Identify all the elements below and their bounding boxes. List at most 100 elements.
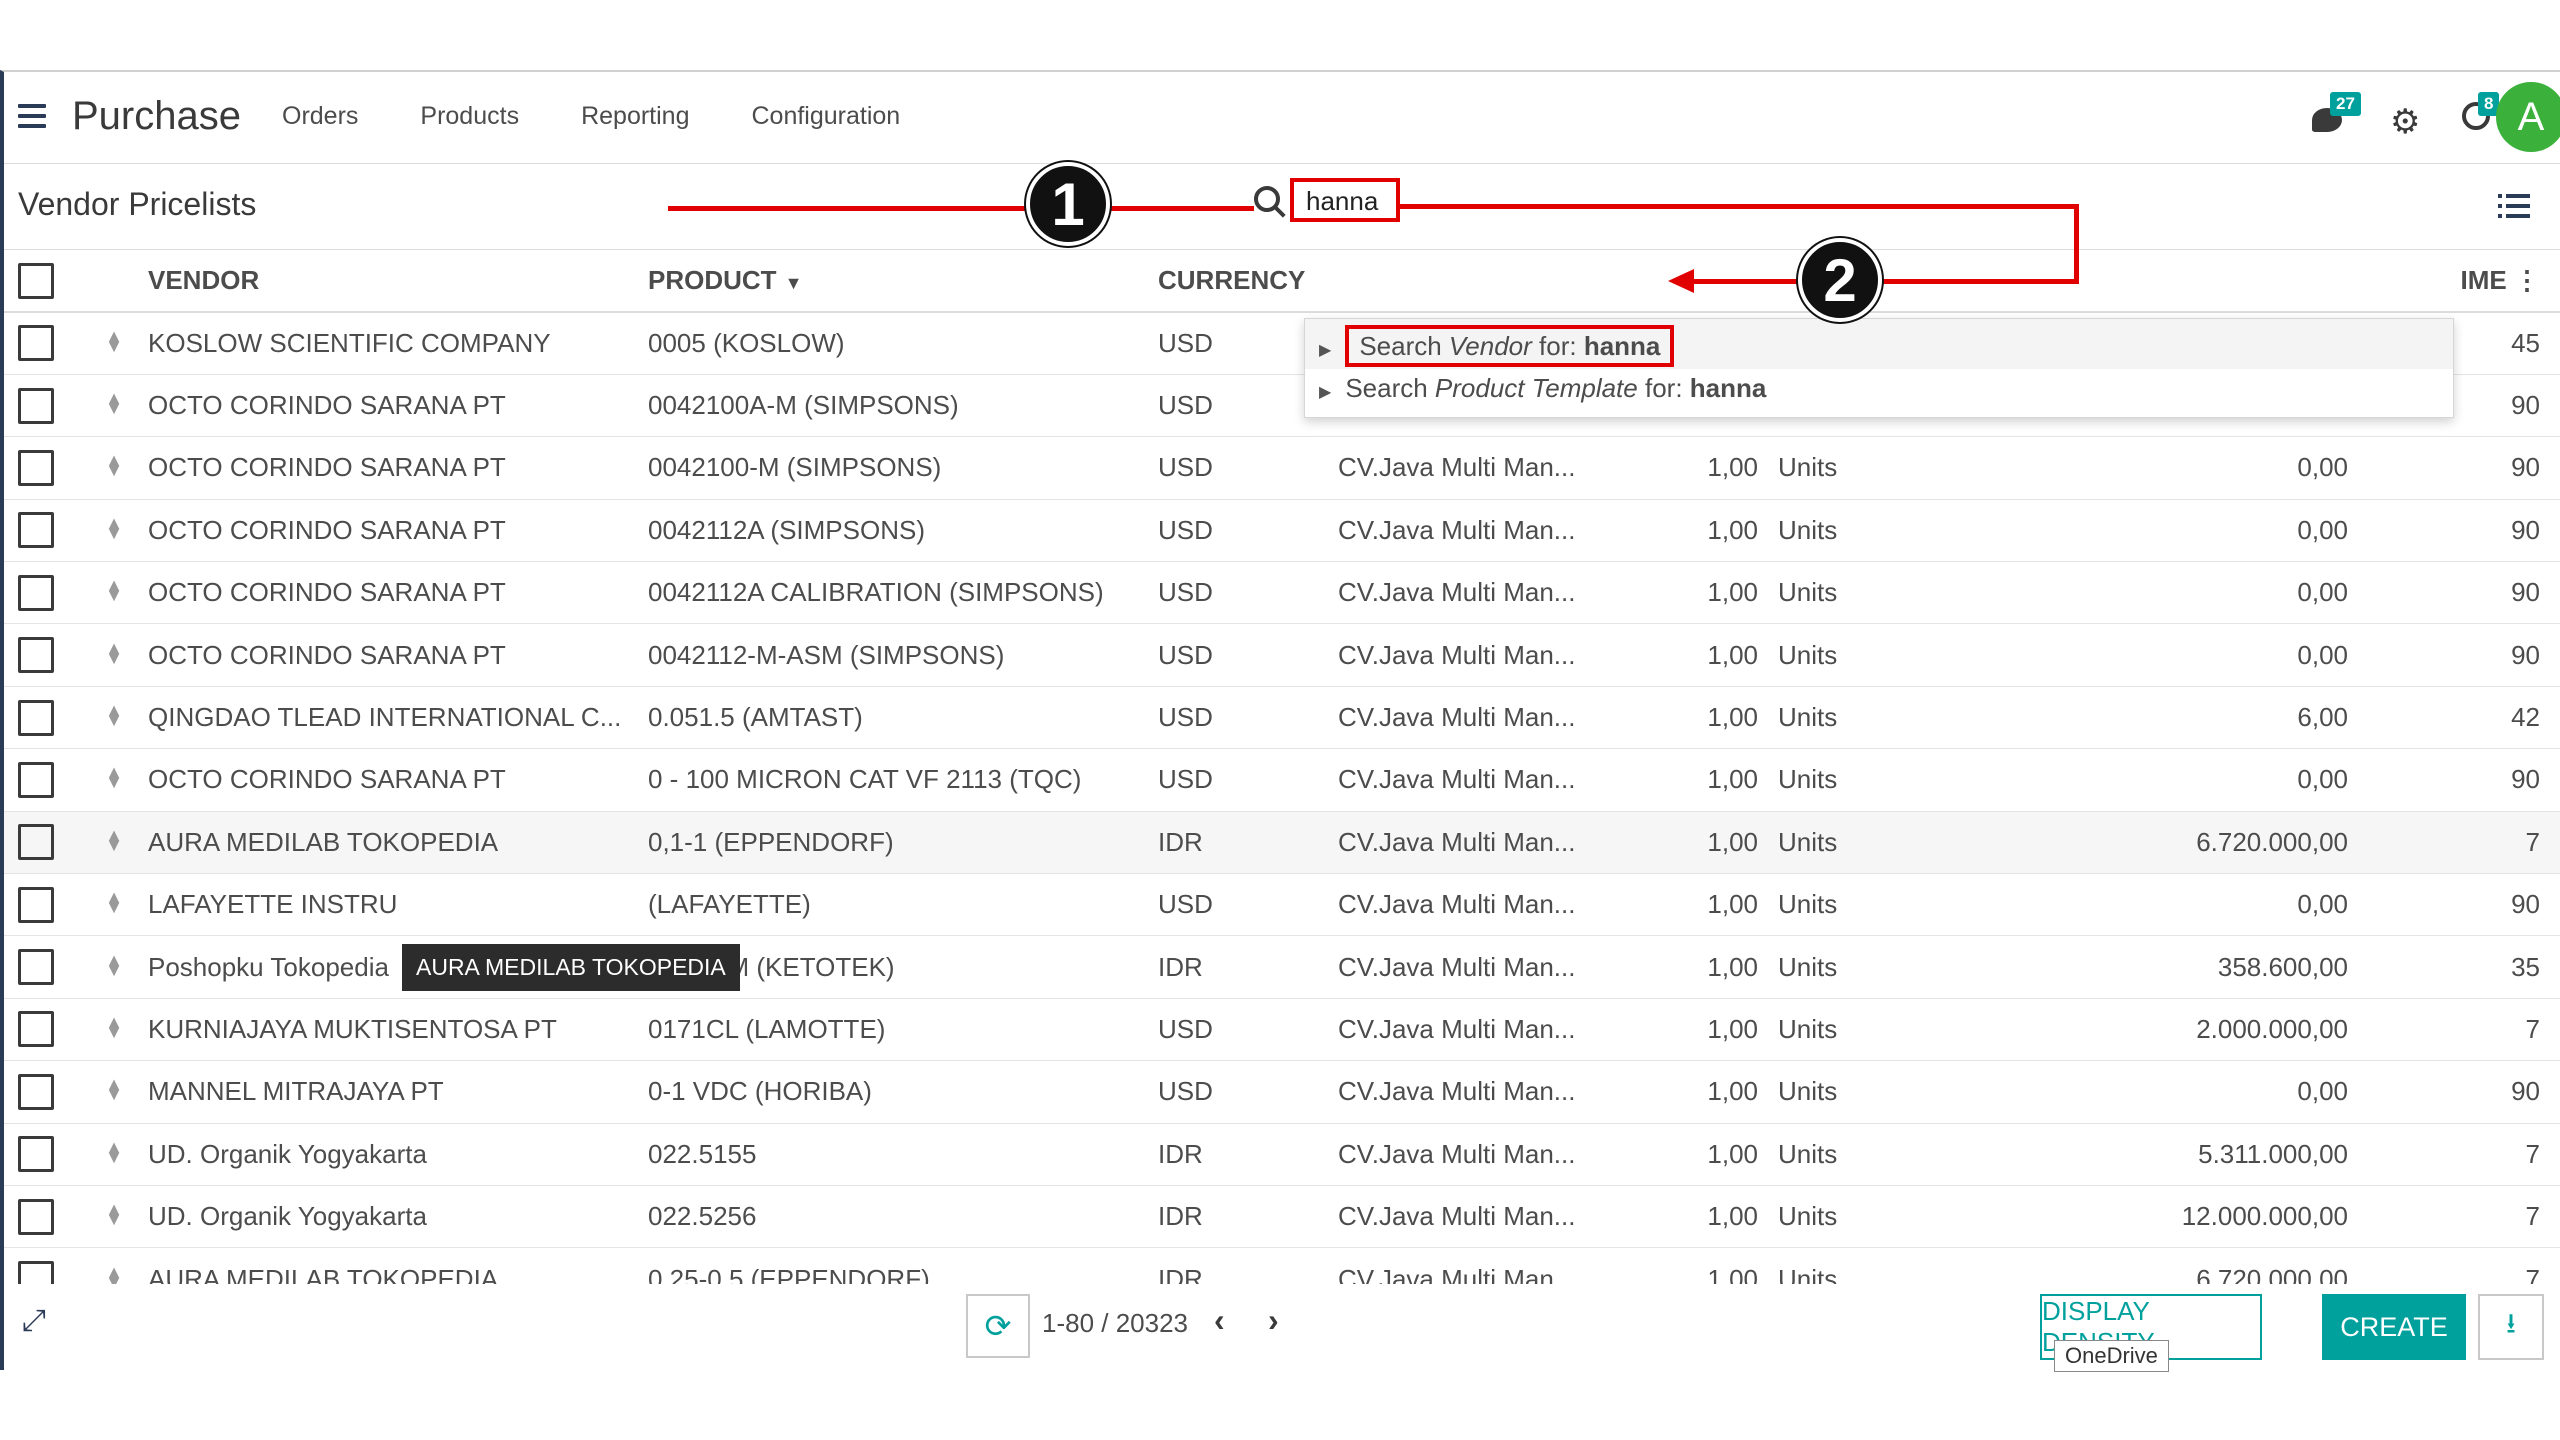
row-checkbox[interactable] xyxy=(18,512,54,549)
row-checkbox[interactable] xyxy=(18,1198,54,1235)
drag-handle-icon[interactable]: ▲ ▼ xyxy=(104,888,124,916)
pager-next-icon[interactable]: › xyxy=(1268,1302,1279,1339)
row-checkbox[interactable] xyxy=(18,637,54,674)
gear-icon[interactable]: ⚙ xyxy=(2390,102,2420,142)
header-vendor[interactable]: VENDOR xyxy=(148,250,648,313)
drag-handle-icon[interactable]: ▲ ▼ xyxy=(104,1200,124,1228)
table-row[interactable]: ▲ ▼ UD. Organik Yogyakarta 022.5155 IDR CV.Ja… xyxy=(4,1123,2560,1186)
cell-qty: 1,00 xyxy=(1668,499,1778,563)
drag-handle-icon[interactable]: ▲ ▼ xyxy=(104,514,124,542)
cell-product: 0,1-1 (EPPENDORF) xyxy=(648,811,1158,875)
cell-price: 0,00 xyxy=(1928,561,2368,625)
table-row[interactable]: ▲ ▼ KURNIAJAYA MUKTISENTOSA PT 0171CL (LAMO… xyxy=(4,998,2560,1062)
menu-configuration[interactable]: Configuration xyxy=(751,102,900,131)
pager-value[interactable]: 1-80 / 20323 xyxy=(1042,1308,1188,1339)
row-checkbox[interactable] xyxy=(18,1073,54,1110)
cell-price: 12.000.000,00 xyxy=(1928,1185,2368,1249)
cell-company: CV.Java Multi Man... xyxy=(1338,686,1668,750)
header-product[interactable]: PRODUCT ▼ xyxy=(648,250,1158,313)
download-button[interactable]: ⭳ xyxy=(2478,1294,2544,1360)
row-checkbox[interactable] xyxy=(18,949,54,986)
row-checkbox[interactable] xyxy=(18,449,54,486)
search-input[interactable]: hanna xyxy=(1290,178,1400,222)
cell-product: 0 - 100 MICRON CAT VF 2113 (TQC) xyxy=(648,748,1158,812)
cell-currency: USD xyxy=(1158,561,1338,625)
search-icon xyxy=(1254,186,1280,212)
select-all-checkbox[interactable] xyxy=(18,262,54,299)
bottom-bar: ⤢ ⟳ 1-80 / 20323 ‹ › DISPLAY DENSITY CRE… xyxy=(4,1284,2560,1374)
annotation-line-2a xyxy=(1400,204,2078,209)
menu-reporting[interactable]: Reporting xyxy=(581,102,689,131)
drag-handle-icon[interactable]: ▲ ▼ xyxy=(104,327,124,355)
cell-product: 0042100A-M (SIMPSONS) xyxy=(648,374,1158,438)
pager-previous-icon[interactable]: ‹ xyxy=(1214,1302,1225,1339)
cell-currency: USD xyxy=(1158,748,1338,812)
row-checkbox[interactable] xyxy=(18,824,54,861)
header-lead-time[interactable]: IME ⋮ xyxy=(2368,250,2560,313)
sort-down-icon: ▼ xyxy=(784,273,803,293)
row-checkbox[interactable] xyxy=(18,387,54,424)
search-autocomplete-dropdown: ▶ Search Vendor for: hanna ▶ Search Produc… xyxy=(1304,318,2454,418)
table-row[interactable]: ▲ ▼ OCTO CORINDO SARANA PT 0 - 100 MICRON C… xyxy=(4,748,2560,812)
list-view-icon[interactable] xyxy=(2498,194,2530,220)
table-row[interactable]: ▲ ▼ OCTO CORINDO SARANA PT 0042112A CALIBRA… xyxy=(4,561,2560,625)
drag-handle-icon[interactable]: ▲ ▼ xyxy=(104,763,124,791)
row-checkbox[interactable] xyxy=(18,886,54,923)
drag-handle-icon[interactable]: ▲ ▼ xyxy=(104,639,124,667)
cell-currency: USD xyxy=(1158,873,1338,937)
annotation-step-2: 2 xyxy=(1798,238,1882,322)
table-row[interactable]: ▲ ▼ UD. Organik Yogyakarta 022.5256 IDR CV.Ja… xyxy=(4,1185,2560,1249)
cell-qty: 1,00 xyxy=(1668,998,1778,1062)
cell-uom: Units xyxy=(1778,1247,1928,1284)
row-checkbox[interactable] xyxy=(18,1261,54,1284)
drag-handle-icon[interactable]: ▲ ▼ xyxy=(104,951,124,979)
menu-products[interactable]: Products xyxy=(420,102,519,131)
drag-handle-icon[interactable]: ▲ ▼ xyxy=(104,826,124,854)
annotation-step-1: 1 xyxy=(1026,162,1110,246)
expand-icon[interactable]: ⤢ xyxy=(22,1304,46,1338)
cell-lead: 7 xyxy=(2368,998,2560,1062)
refresh-button[interactable]: ⟳ xyxy=(966,1294,1030,1358)
row-checkbox[interactable] xyxy=(18,325,54,362)
table-row[interactable]: ▲ ▼ Poshopku Tokopedia 0150MM (KETOTEK) IDR C… xyxy=(4,935,2560,999)
table-row[interactable]: ▲ ▼ AURA MEDILAB TOKOPEDIA 0,25-0,5 (EPPEND… xyxy=(4,1247,2560,1284)
drag-handle-icon[interactable]: ▲ ▼ xyxy=(104,701,124,729)
row-checkbox[interactable] xyxy=(18,761,54,798)
table-row[interactable]: ▲ ▼ OCTO CORINDO SARANA PT 0042100-M (SIMPS… xyxy=(4,436,2560,500)
cell-vendor: MANNEL MITRAJAYA PT xyxy=(148,1060,648,1124)
cell-uom: Units xyxy=(1778,935,1928,999)
row-checkbox[interactable] xyxy=(18,1136,54,1173)
cell-company: CV.Java Multi Man... xyxy=(1338,499,1668,563)
cell-company: CV.Java Multi Man... xyxy=(1338,1060,1668,1124)
search-vendor-option[interactable]: ▶ Search Vendor for: hanna xyxy=(1319,325,1675,367)
drag-handle-icon[interactable]: ▲ ▼ xyxy=(104,1138,124,1166)
drag-handle-icon[interactable]: ▲ ▼ xyxy=(104,576,124,604)
cell-uom: Units xyxy=(1778,623,1928,687)
drag-handle-icon[interactable]: ▲ ▼ xyxy=(104,1013,124,1041)
drag-handle-icon[interactable]: ▲ ▼ xyxy=(104,1263,124,1284)
annotation-line-2b xyxy=(2074,204,2079,284)
hamburger-menu-icon[interactable] xyxy=(18,104,46,128)
drag-handle-icon[interactable]: ▲ ▼ xyxy=(104,1075,124,1103)
column-options-icon[interactable]: ⋮ xyxy=(2514,265,2540,295)
search-product-template-option[interactable]: ▶ Search Product Template for: hanna xyxy=(1319,373,1766,404)
header-currency[interactable]: CURRENCY xyxy=(1158,250,1338,313)
table-row[interactable]: ▲ ▼ QINGDAO TLEAD INTERNATIONAL C... 0.051.… xyxy=(4,686,2560,750)
table-row[interactable]: ▲ ▼ LAFAYETTE INSTRU (LAFAYETTE) USD CV.Java … xyxy=(4,873,2560,937)
row-checkbox[interactable] xyxy=(18,699,54,736)
row-checkbox[interactable] xyxy=(18,1011,54,1048)
table-header-row: VENDOR PRODUCT ▼ CURRENCY IME ⋮ xyxy=(4,250,2560,313)
drag-handle-icon[interactable]: ▲ ▼ xyxy=(104,451,124,479)
menu-orders[interactable]: Orders xyxy=(282,102,358,131)
drag-handle-icon[interactable]: ▲ ▼ xyxy=(104,389,124,417)
table-row[interactable]: ▲ ▼ MANNEL MITRAJAYA PT 0-1 VDC (HORIBA) USD… xyxy=(4,1060,2560,1124)
table-row[interactable]: ▲ ▼ AURA MEDILAB TOKOPEDIA 0,1-1 (EPPENDORF… xyxy=(4,811,2560,875)
table-row[interactable]: ▲ ▼ OCTO CORINDO SARANA PT 0042112A (SIMPSO… xyxy=(4,499,2560,563)
cell-uom: Units xyxy=(1778,873,1928,937)
navbar-systray: 27 ⚙ 8 A xyxy=(2220,72,2560,164)
table-row[interactable]: ▲ ▼ OCTO CORINDO SARANA PT 0042112-M-ASM (S… xyxy=(4,623,2560,687)
create-button[interactable]: CREATE xyxy=(2322,1294,2466,1360)
top-navbar: Purchase Orders Products Reporting Confi… xyxy=(4,72,2560,164)
user-avatar[interactable]: A xyxy=(2496,82,2560,152)
row-checkbox[interactable] xyxy=(18,574,54,611)
